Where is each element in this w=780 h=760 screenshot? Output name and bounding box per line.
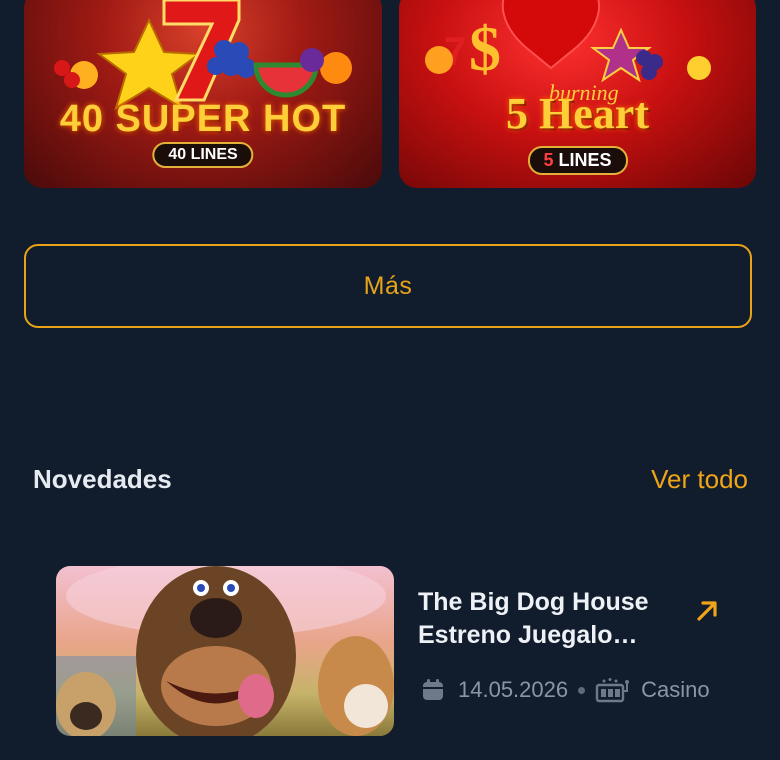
section-title: Novedades (33, 464, 172, 494)
game-title: 40 SUPER HOT (59, 98, 347, 140)
game-lines-badge: 5 LINES (527, 146, 628, 175)
game-title: 5 Heart (506, 89, 649, 138)
game-tile-40-super-hot[interactable]: 40 SUPER HOT 40 LINES (24, 0, 382, 188)
lines-count: 5 (543, 150, 554, 170)
news-date: 14.05.2026 (458, 677, 569, 702)
lines-label: LINES (558, 150, 612, 170)
news-meta: 14.05.2026 Casino (420, 676, 710, 704)
calendar-icon (423, 679, 443, 700)
news-thumbnail[interactable] (56, 566, 394, 736)
game-lines-badge: 40 LINES (152, 142, 254, 168)
more-button-label: Más (363, 271, 413, 300)
svg-text:$: $ (469, 13, 501, 84)
news-title-line-1: The Big Dog House (418, 588, 649, 616)
see-all-link[interactable]: Ver todo (651, 464, 748, 495)
news-title[interactable]: The Big Dog House Estreno Juegalo… (418, 586, 688, 652)
more-button[interactable]: Más (24, 244, 752, 328)
slot-machine-icon (595, 678, 630, 703)
arrow-up-right-icon[interactable] (694, 598, 720, 624)
game-tile-5-burning-heart[interactable]: $ 7 burning 5 Heart 5 LINES (399, 0, 756, 188)
dog-illustration (56, 566, 394, 736)
meta-separator (578, 686, 586, 694)
news-title-line-2: Estreno Juegalo… (418, 621, 638, 649)
news-category: Casino (641, 677, 710, 702)
